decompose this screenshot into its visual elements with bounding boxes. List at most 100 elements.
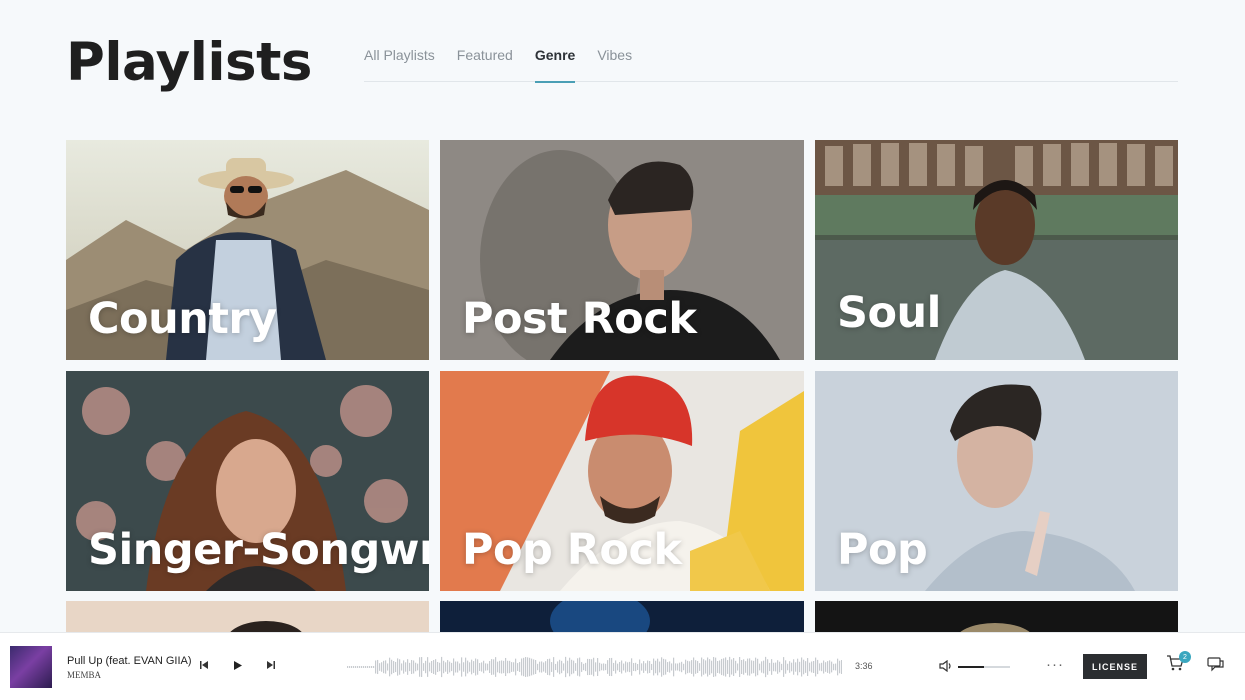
waveform-bar (755, 657, 757, 677)
waveform-bar (493, 659, 495, 675)
waveform-bar (639, 659, 641, 675)
playlist-label: Pop (837, 525, 928, 575)
waveform-bar (427, 657, 429, 677)
waveform-bar (457, 661, 459, 673)
track-artist[interactable]: MEMBA (67, 670, 101, 680)
waveform-bar (733, 658, 735, 676)
waveform-bar (689, 661, 691, 673)
waveform-bar (543, 662, 545, 672)
waveform-bar (627, 662, 629, 672)
waveform-bar (475, 658, 477, 676)
waveform-bar (813, 660, 815, 674)
waveform-bar (423, 663, 425, 671)
chat-icon[interactable] (1207, 657, 1225, 678)
waveform-scrubber[interactable] (347, 653, 842, 681)
waveform-bar (469, 662, 471, 672)
waveform-bar (545, 661, 547, 673)
waveform-bar (841, 660, 842, 674)
waveform-bar (351, 666, 353, 668)
waveform-bar (531, 658, 533, 676)
waveform-bar (657, 658, 659, 676)
waveform-bar (677, 663, 679, 671)
waveform-bar (635, 662, 637, 672)
waveform-bar (609, 658, 611, 676)
waveform-bar (679, 662, 681, 672)
skip-forward-icon[interactable] (266, 660, 276, 673)
tab-genre[interactable]: Genre (534, 40, 576, 83)
waveform-bar (729, 656, 731, 678)
waveform-bar (621, 660, 623, 674)
waveform-bar (465, 657, 467, 677)
waveform-bar (479, 663, 481, 671)
waveform-bar (651, 663, 653, 671)
waveform-bar (385, 660, 387, 674)
waveform-bar (697, 660, 699, 674)
waveform-bar (523, 657, 525, 677)
playlist-label: Country (88, 294, 277, 344)
waveform-bar (661, 657, 663, 677)
playlist-card-singer-songwriter[interactable]: Singer-Songwriter (66, 371, 429, 591)
waveform-bar (723, 658, 725, 676)
waveform-bar (783, 657, 785, 677)
waveform-bar (619, 661, 621, 673)
waveform-bar (575, 663, 577, 671)
playlist-card-post-rock[interactable]: Post Rock (440, 140, 804, 360)
waveform-bar (595, 662, 597, 672)
tab-all-playlists[interactable]: All Playlists (364, 40, 435, 82)
tab-featured[interactable]: Featured (457, 40, 513, 82)
play-icon[interactable] (233, 660, 243, 674)
waveform-bar (367, 666, 369, 668)
waveform-bar (565, 656, 567, 678)
track-title[interactable]: Pull Up (feat. EVAN GIIA) (67, 655, 192, 667)
playlist-card-pop-rock[interactable]: Pop Rock (440, 371, 804, 591)
waveform-bar (699, 663, 701, 671)
waveform-bar (563, 663, 565, 671)
volume-icon[interactable] (939, 659, 952, 677)
waveform-bar (369, 666, 371, 668)
waveform-bar (623, 663, 625, 671)
waveform-bar (405, 662, 407, 672)
waveform-bar (745, 661, 747, 673)
waveform-bar (455, 661, 457, 673)
playlist-card-pop[interactable]: Pop (815, 371, 1178, 591)
volume-slider[interactable] (958, 666, 1010, 668)
waveform-bar (487, 663, 489, 671)
waveform-bar (435, 659, 437, 675)
playlist-card-country[interactable]: Country (66, 140, 429, 360)
waveform-bar (467, 660, 469, 674)
album-cover[interactable] (10, 646, 52, 688)
waveform-bar (353, 666, 355, 668)
waveform-bar (597, 658, 599, 676)
waveform-bar (617, 663, 619, 671)
waveform-bar (361, 666, 363, 668)
waveform-bar (417, 663, 419, 671)
waveform-bar (517, 663, 519, 671)
waveform-bar (415, 662, 417, 672)
waveform-bar (451, 662, 453, 672)
waveform-bar (591, 659, 593, 675)
waveform-bar (599, 662, 601, 672)
waveform-bar (495, 657, 497, 677)
waveform-bar (527, 657, 529, 677)
playlist-card-soul[interactable]: Soul (815, 140, 1178, 360)
waveform-bar (831, 661, 833, 673)
waveform-bar (513, 662, 515, 672)
waveform-bar (571, 659, 573, 675)
skip-back-icon[interactable] (199, 660, 209, 673)
waveform-bar (533, 659, 535, 675)
waveform-bar (441, 656, 443, 678)
waveform-bar (753, 660, 755, 674)
waveform-bar (407, 659, 409, 675)
waveform-bar (795, 662, 797, 672)
tab-vibes[interactable]: Vibes (597, 40, 632, 82)
license-button[interactable]: LICENSE (1083, 654, 1147, 679)
more-dots-icon[interactable]: ··· (1046, 656, 1064, 673)
waveform-bar (499, 660, 501, 674)
waveform-bar (411, 659, 413, 675)
waveform-bar (687, 660, 689, 674)
waveform-bar (537, 663, 539, 671)
waveform-bar (425, 660, 427, 674)
track-duration: 3:36 (855, 661, 873, 671)
waveform-bar (489, 661, 491, 673)
waveform-bar (653, 658, 655, 676)
